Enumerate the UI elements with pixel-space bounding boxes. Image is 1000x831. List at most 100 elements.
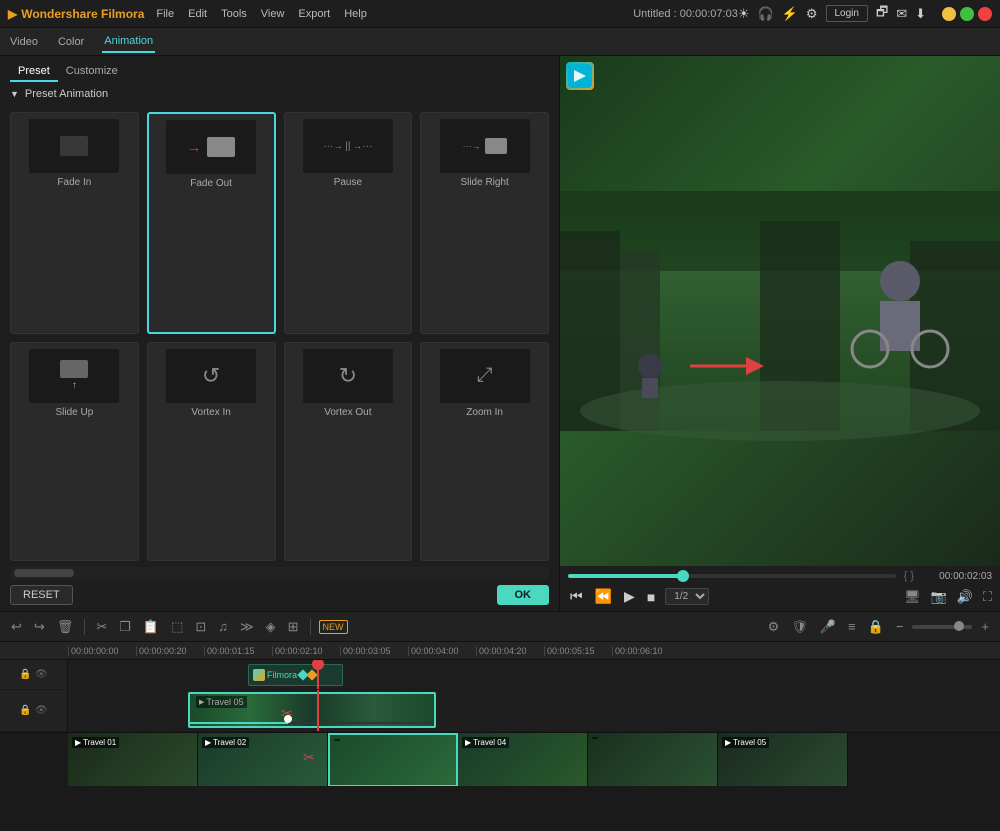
bg-thumb-3[interactable]: ▶ Travel 04 [458,733,588,786]
login-button[interactable]: Login [826,5,868,22]
anim-fade-in[interactable]: Fade In [10,112,139,334]
slide-up-box [60,360,88,378]
gpu-icon[interactable]: ⚡ [782,6,798,22]
tab-preset[interactable]: Preset [10,62,58,82]
vortex-out-preview: ↻ [303,349,393,403]
trim-button[interactable]: ⬚ [168,617,186,637]
undo-button[interactable]: ↩ [8,617,25,637]
filter-icon[interactable]: ≡ [845,617,859,636]
bg-thumb-1[interactable]: ▶ Travel 02 ✂ [198,733,328,786]
preview-area [560,56,1000,566]
anim-slide-up[interactable]: ↑ Slide Up [10,342,139,562]
clip-progress-fill [190,722,288,724]
mic-icon[interactable]: 🎤 [817,617,839,637]
anim-fade-out[interactable]: → Fade Out [147,112,276,334]
video-track-icons: 🔒 👁 [19,705,47,716]
headphone-icon[interactable]: 🎧 [757,6,773,22]
anim-zoom-in[interactable]: ⤢ Zoom In [420,342,549,562]
speed-button[interactable]: ≫ [237,617,257,637]
scroll-area[interactable] [10,567,549,579]
sun-icon[interactable]: ☀ [738,6,750,22]
play-button[interactable]: ▶ [622,586,637,607]
zoom-slider[interactable] [912,625,972,629]
delete-button[interactable]: 🗑 [54,617,77,637]
track-lock-icon[interactable]: 🔒 [19,669,31,680]
thumb-label-4 [592,737,598,739]
menu-tools[interactable]: Tools [221,8,247,20]
split-button[interactable]: ⊡ [192,617,209,637]
fullscreen-icon[interactable]: ⛶ [983,589,992,605]
pause-dots-right: →··· [352,141,372,152]
monitor-icon[interactable]: 🖥 [904,589,921,605]
menu-help[interactable]: Help [344,8,367,20]
preview-video [560,56,1000,566]
message-icon[interactable]: ✉ [896,6,907,22]
video-track-lock-icon[interactable]: 🔒 [19,705,31,716]
bg-thumb-4[interactable] [588,733,718,786]
settings-gear-icon[interactable]: ⚙ [765,617,783,637]
color-button[interactable]: ◈ [263,617,279,637]
tab-color[interactable]: Color [56,32,86,52]
preset-tabs: Preset Customize [0,56,559,82]
effects-button[interactable]: NEW [319,620,348,634]
restore-icon[interactable]: 🗗 [876,3,888,25]
bg-thumb-0[interactable]: ▶ Travel 01 [68,733,198,786]
titlebar: ▶ Wondershare Filmora File Edit Tools Vi… [0,0,1000,28]
maximize-button[interactable] [960,7,974,21]
title-clip[interactable]: Filmora [248,664,343,686]
tab-animation[interactable]: Animation [102,31,155,53]
zoom-out-icon[interactable]: − [893,617,907,636]
clip-logo-icon [253,669,265,681]
volume-icon[interactable]: 🔊 [957,589,973,605]
shield-icon[interactable]: 🛡 [788,617,811,637]
minimize-button[interactable] [942,7,956,21]
thumb-play-icon-5: ▶ [725,738,731,747]
redo-button[interactable]: ↪ [31,617,48,637]
anim-vortex-out[interactable]: ↻ Vortex Out [284,342,413,562]
video-clip[interactable]: ▶ Travel 05 [188,692,436,728]
tab-video[interactable]: Video [8,32,40,52]
anim-vortex-in[interactable]: ↺ Vortex In [147,342,276,562]
window-title: Untitled : 00:00:07:03 [633,8,738,20]
collapse-arrow-icon[interactable]: ▼ [10,89,19,99]
cut-button[interactable]: ✂ [93,617,110,637]
tab-customize[interactable]: Customize [58,62,126,82]
stop-button[interactable]: ■ [645,587,657,607]
menu-view[interactable]: View [261,8,285,20]
reset-button[interactable]: RESET [10,585,73,605]
lock-icon[interactable]: 🔒 [865,617,887,637]
track-eye-icon[interactable]: 👁 [35,669,48,680]
playhead[interactable] [317,660,319,689]
audio-button[interactable]: ♫ [215,617,231,636]
bg-thumb-selected[interactable] [328,733,458,786]
video-track-eye-icon[interactable]: 👁 [35,705,48,716]
progress-handle[interactable] [677,570,689,582]
menu-edit[interactable]: Edit [188,8,207,20]
crop-button[interactable]: ⊞ [285,617,302,637]
tick-2: 00:00:01:15 [204,646,272,656]
camera-icon[interactable]: 📷 [931,589,947,605]
zoom-in-btn[interactable]: + [978,617,992,636]
step-back-button[interactable]: ⏪ [593,586,614,607]
fade-in-preview [29,119,119,173]
progress-bar[interactable] [568,574,896,578]
thumb-play-icon-1: ▶ [205,738,211,747]
skip-back-button[interactable]: ⏮ [568,586,585,607]
right-panel: { } 00:00:02:03 ⏮ ⏪ ▶ ■ 1/2 🖥 📷 🔊 ⛶ [560,56,1000,611]
logo-icon: ▶ [8,7,17,21]
bg-thumb-5[interactable]: ▶ Travel 05 [718,733,848,786]
quality-select[interactable]: 1/2 [665,588,709,605]
settings-icon[interactable]: ⚙ [806,6,818,22]
download-icon[interactable]: ⬇ [915,6,926,22]
anim-slide-right[interactable]: ···→ Slide Right [420,112,549,334]
close-button[interactable] [978,7,992,21]
paste-button[interactable]: 📋 [140,617,162,637]
anim-pause[interactable]: ···→ || →··· Pause [284,112,413,334]
vortex-out-visual: ↻ [339,363,357,389]
menu-file[interactable]: File [156,8,174,20]
vortex-in-visual: ↺ [202,363,220,389]
tick-7: 00:00:05:15 [544,646,612,656]
menu-export[interactable]: Export [298,8,330,20]
ok-button[interactable]: OK [497,585,550,605]
copy-button[interactable]: ❐ [116,617,134,637]
